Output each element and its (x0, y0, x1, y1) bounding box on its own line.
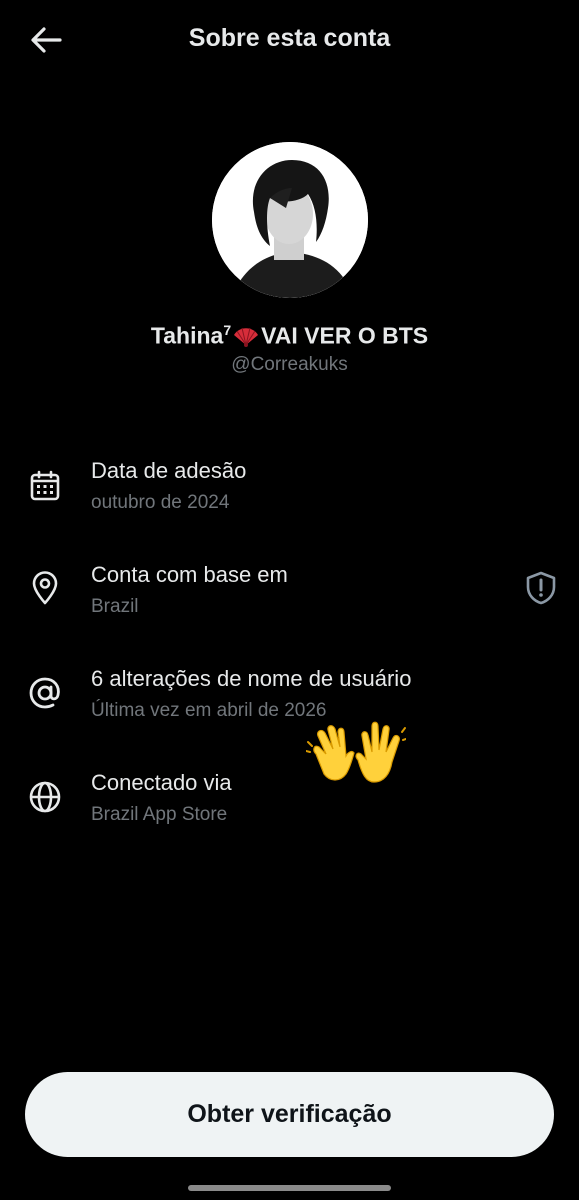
about-account-screen: Sobre esta conta Tahina7 VAI VER O BTS @C… (0, 0, 579, 1200)
profile-photo (212, 142, 368, 298)
connected-via-title: Conectado via (91, 770, 232, 795)
right-hand (355, 721, 400, 783)
profile-name: Tahina7 VAI VER O BTS (0, 322, 579, 350)
waving-hands-sticker (306, 721, 406, 783)
page-title: Sobre esta conta (188, 24, 391, 52)
username-changes-value: Última vez em abril de 2026 (91, 700, 327, 721)
left-hand (313, 725, 355, 781)
joined-date-value: outubro de 2024 (91, 492, 230, 513)
connected-via-value: Brazil App Store (91, 804, 228, 825)
username-changes-row: 6 alterações de nome de usuário Última v… (0, 660, 579, 740)
account-based-in-row: Conta com base em Brazil (0, 556, 579, 636)
at-sign-icon (26, 674, 64, 712)
globe-icon (26, 778, 64, 816)
name-text: Tahina (150, 322, 224, 349)
location-pin-icon (26, 569, 64, 607)
get-verified-button[interactable]: Obter verificação (25, 1072, 554, 1157)
calendar-icon (26, 467, 64, 505)
joined-date-title: Data de adesão (91, 458, 247, 483)
avatar[interactable] (212, 142, 368, 298)
joined-date-row: Data de adesão outubro de 2024 (0, 452, 579, 532)
account-based-in-value: Brazil (91, 596, 139, 617)
name-superscript: 7 (223, 322, 232, 338)
home-indicator[interactable] (188, 1185, 391, 1191)
red-folding-fan-icon (234, 327, 259, 347)
connected-via-row: Conectado via Brazil App Store (0, 764, 579, 844)
name-suffix: VAI VER O BTS (261, 322, 429, 349)
shield-alert-icon[interactable] (522, 569, 560, 607)
top-bar: Sobre esta conta (0, 0, 579, 82)
username-changes-title: 6 alterações de nome de usuário (91, 666, 412, 691)
profile-handle: @Correakuks (231, 354, 348, 375)
account-based-in-title: Conta com base em (91, 562, 288, 587)
